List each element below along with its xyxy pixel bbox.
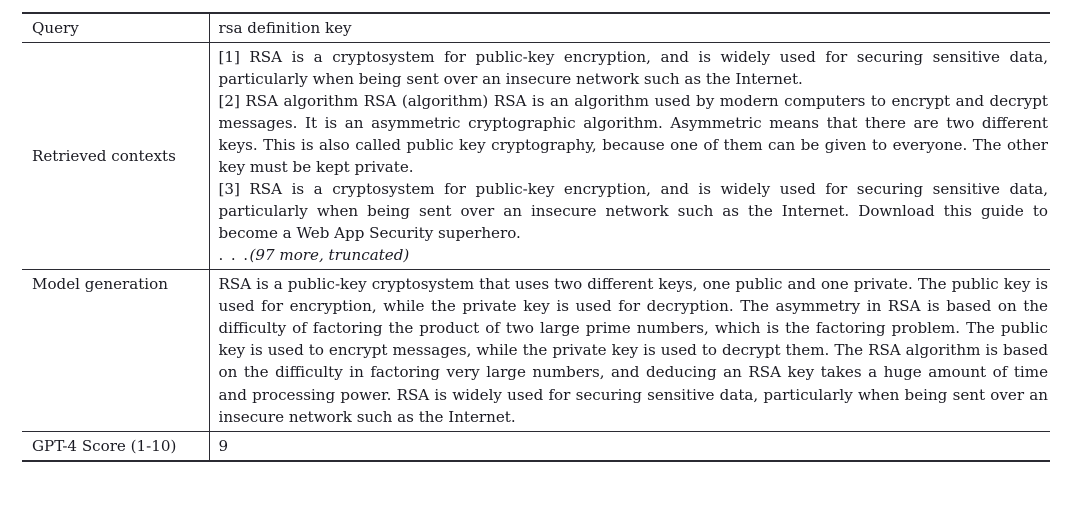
- retrieved-passage-2: [2] RSA algorithm RSA (algorithm) RSA is…: [218, 92, 1049, 177]
- retrieved-contexts-content: [1] RSA is a cryptosystem for public-key…: [209, 42, 1050, 270]
- model-generation-content: RSA is a public-key cryptosystem that us…: [209, 269, 1050, 432]
- table-row-query: Query rsa definition key: [22, 12, 1050, 43]
- truncation-count-label: (97 more, truncated): [249, 246, 410, 265]
- row-label-gpt4-score: GPT-4 Score (1-10): [22, 430, 210, 462]
- retrieved-passage-1: [1] RSA is a cryptosystem for public-key…: [218, 48, 1049, 89]
- row-label-model-generation: Model generation: [22, 269, 210, 432]
- retrieved-passages-list: [1] RSA is a cryptosystem for public-key…: [219, 46, 1049, 266]
- row-label-retrieved-contexts: Retrieved contexts: [22, 42, 210, 270]
- model-generation-text: RSA is a public-key cryptosystem that us…: [218, 275, 1049, 426]
- truncation-note: . . .(97 more, truncated): [219, 244, 1049, 266]
- row-label-query: Query: [22, 12, 210, 43]
- retrieved-passage-3: [3] RSA is a cryptosystem for public-key…: [218, 180, 1049, 243]
- truncation-ellipsis: . . .: [218, 246, 250, 265]
- table-row-retrieved-contexts: Retrieved contexts [1] RSA is a cryptosy…: [22, 42, 1050, 270]
- gpt4-score-value: 9: [209, 430, 1050, 462]
- table-row-gpt4-score: GPT-4 Score (1-10) 9: [22, 430, 1050, 462]
- query-text: rsa definition key: [209, 12, 1050, 43]
- rag-example-table: Query rsa definition key Retrieved conte…: [22, 12, 1050, 462]
- table-row-model-generation: Model generation RSA is a public-key cry…: [22, 269, 1050, 432]
- rag-example-table-figure: Query rsa definition key Retrieved conte…: [0, 0, 1072, 521]
